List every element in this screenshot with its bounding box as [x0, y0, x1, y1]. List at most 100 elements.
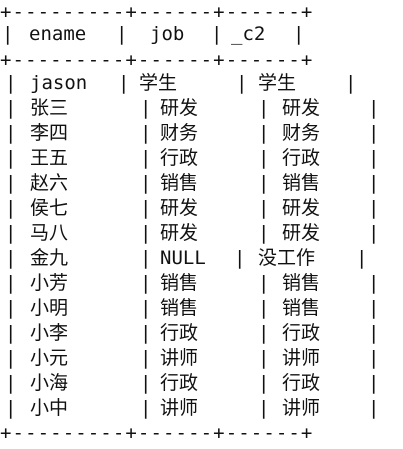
cell-c2: 行政 [282, 322, 321, 344]
column-separator: | [140, 122, 152, 144]
column-separator: | [368, 372, 380, 394]
cell-c2: 讲师 [282, 397, 321, 419]
table-row: | 张三 | 研发 | 研发 | [0, 96, 403, 121]
column-separator: | [140, 97, 152, 119]
cell-job: 学生 [139, 72, 178, 94]
cell-job: 行政 [160, 147, 199, 169]
cell-c2: 研发 [282, 97, 321, 119]
column-separator: | [368, 197, 380, 219]
cell-job: 讲师 [160, 347, 199, 369]
table-row: | 马八 | 研发 | 研发 | [0, 221, 403, 246]
cell-ename: 小芳 [30, 272, 69, 294]
cell-c2: 销售 [282, 297, 321, 319]
cell-ename: 张三 [30, 97, 69, 119]
cell-job: 研发 [160, 222, 199, 244]
cell-c2: 行政 [282, 147, 321, 169]
column-separator: | [293, 23, 305, 45]
column-separator: | [236, 72, 248, 94]
column-separator: | [368, 172, 380, 194]
column-separator: | [140, 247, 152, 269]
cell-job: 研发 [160, 197, 199, 219]
cell-c2: 没工作 [258, 247, 316, 269]
column-separator: | [140, 397, 152, 419]
column-separator: | [5, 97, 17, 119]
column-separator: | [5, 247, 17, 269]
column-separator: | [368, 222, 380, 244]
cell-ename: 王五 [30, 147, 69, 169]
column-separator: | [5, 397, 17, 419]
cell-ename: 小中 [30, 397, 69, 419]
column-separator: | [5, 322, 17, 344]
column-separator: | [258, 397, 270, 419]
column-separator: | [258, 322, 270, 344]
cell-ename: jason [30, 72, 88, 94]
cell-job: 行政 [160, 372, 199, 394]
column-separator: | [118, 72, 130, 94]
cell-ename: 金九 [30, 247, 69, 269]
column-header-ename: ename [29, 23, 87, 45]
column-separator: | [368, 347, 380, 369]
column-separator: | [368, 322, 380, 344]
cell-c2: 行政 [282, 372, 321, 394]
table-row: | 小中 | 讲师 | 讲师 | [0, 396, 403, 421]
query-result-table: +---------+------+------+ | ename | job … [0, 0, 403, 449]
column-separator: | [258, 197, 270, 219]
table-row: | 王五 | 行政 | 行政 | [0, 146, 403, 171]
cell-ename: 小李 [30, 322, 69, 344]
cell-job: 行政 [160, 322, 199, 344]
cell-job: 销售 [160, 172, 199, 194]
table-row: | 赵六 | 销售 | 销售 | [0, 171, 403, 196]
column-separator: | [368, 97, 380, 119]
cell-c2: 研发 [282, 197, 321, 219]
table-row: | 小元 | 讲师 | 讲师 | [0, 346, 403, 371]
column-separator: | [5, 272, 17, 294]
column-separator: | [5, 347, 17, 369]
column-separator: | [140, 172, 152, 194]
column-separator: | [234, 247, 246, 269]
table-row: | 侯七 | 研发 | 研发 | [0, 196, 403, 221]
column-separator: | [140, 347, 152, 369]
cell-ename: 小明 [30, 297, 69, 319]
column-separator: | [258, 347, 270, 369]
cell-job: 销售 [160, 297, 199, 319]
column-separator: | [5, 222, 17, 244]
column-separator: | [345, 72, 357, 94]
cell-job: 财务 [160, 122, 199, 144]
table-border-bottom: +---------+------+------+ [0, 422, 314, 444]
column-separator: | [5, 122, 17, 144]
column-separator: | [211, 23, 223, 45]
column-separator: | [5, 72, 17, 94]
column-separator: | [140, 147, 152, 169]
table-border-header: +---------+------+------+ [0, 49, 314, 71]
column-separator: | [258, 372, 270, 394]
table-row: | 小海 | 行政 | 行政 | [0, 371, 403, 396]
column-separator: | [5, 372, 17, 394]
column-header-job: job [150, 23, 185, 45]
column-separator: | [368, 272, 380, 294]
column-separator: | [140, 197, 152, 219]
column-separator: | [356, 247, 368, 269]
column-separator: | [5, 197, 17, 219]
cell-c2: 销售 [282, 272, 321, 294]
column-separator: | [140, 322, 152, 344]
column-separator: | [2, 23, 14, 45]
cell-job: 销售 [160, 272, 199, 294]
column-separator: | [368, 122, 380, 144]
cell-job: 讲师 [160, 397, 199, 419]
column-separator: | [5, 172, 17, 194]
column-separator: | [368, 397, 380, 419]
cell-ename: 小元 [30, 347, 69, 369]
column-separator: | [258, 272, 270, 294]
column-separator: | [258, 97, 270, 119]
column-separator: | [258, 122, 270, 144]
table-row: | 小芳 | 销售 | 销售 | [0, 271, 403, 296]
column-separator: | [140, 272, 152, 294]
table-row: | 李四 | 财务 | 财务 | [0, 121, 403, 146]
cell-ename: 小海 [30, 372, 69, 394]
table-row: | 小明 | 销售 | 销售 | [0, 296, 403, 321]
cell-c2: 学生 [258, 72, 297, 94]
column-separator: | [5, 147, 17, 169]
column-separator: | [368, 147, 380, 169]
cell-ename: 赵六 [30, 172, 69, 194]
cell-ename: 马八 [30, 222, 69, 244]
